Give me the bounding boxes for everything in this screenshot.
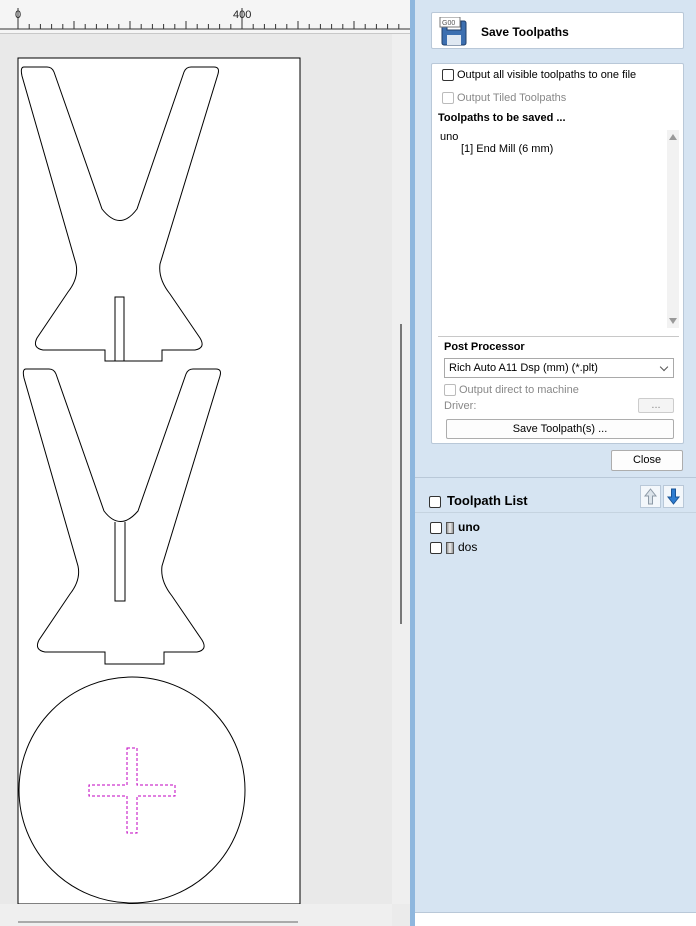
arrow-up-icon <box>643 488 658 505</box>
drawing-canvas-area: 0 400 <box>0 0 410 926</box>
driver-label: Driver: <box>444 400 477 412</box>
toolpath-item-name: dos <box>458 540 478 554</box>
post-processor-select[interactable]: Rich Auto A11 Dsp (mm) (*.plt) <box>444 358 674 378</box>
panel-separator <box>415 477 696 478</box>
save-toolpaths-form: Output all visible toolpaths to one file… <box>431 63 684 444</box>
toolpath-list-header[interactable]: Toolpath List <box>429 493 528 508</box>
svg-text:G00: G00 <box>442 20 455 27</box>
list-scrollbar[interactable] <box>667 130 679 328</box>
close-button[interactable]: Close <box>611 450 683 471</box>
output-tiled-option: Output Tiled Toolpaths <box>442 92 567 105</box>
end-mill-icon <box>446 541 454 554</box>
to-be-saved-heading: Toolpaths to be saved ... <box>438 112 566 124</box>
move-down-button[interactable] <box>663 485 684 508</box>
saved-group-item[interactable]: uno <box>440 131 458 143</box>
drawing-svg[interactable] <box>0 34 392 904</box>
vertical-scrollbar[interactable] <box>392 34 410 904</box>
save-toolpaths-title-bar: G00 Save Toolpaths <box>431 12 684 49</box>
toolpath-item-checkbox[interactable] <box>430 541 442 554</box>
output-all-checkbox[interactable] <box>442 69 454 82</box>
section-divider <box>438 336 679 337</box>
scroll-down-icon[interactable] <box>669 318 677 324</box>
ruler-label-0: 0 <box>15 9 22 21</box>
end-mill-icon <box>446 521 454 534</box>
material-sheet <box>17 57 301 904</box>
vertical-scroll-thumb[interactable] <box>400 324 402 624</box>
driver-browse-button: ... <box>638 398 674 413</box>
toolpath-list-title: Toolpath List <box>447 493 528 508</box>
toolpath-list-divider <box>415 512 696 513</box>
toolpaths-to-save-list[interactable]: uno [1] End Mill (6 mm) <box>438 130 679 328</box>
save-toolpaths-button[interactable]: Save Toolpath(s) ... <box>446 419 674 439</box>
horizontal-ruler: 0 400 <box>0 0 410 34</box>
save-toolpath-icon: G00 <box>439 16 469 50</box>
bottom-options-bar <box>415 912 696 926</box>
output-direct-checkbox <box>444 384 456 397</box>
post-processor-value: Rich Auto A11 Dsp (mm) (*.plt) <box>449 362 598 374</box>
post-processor-heading: Post Processor <box>444 341 525 353</box>
output-direct-option: Output direct to machine <box>444 384 579 397</box>
output-all-label: Output all visible toolpaths to one file <box>457 69 637 81</box>
scroll-up-icon[interactable] <box>669 134 677 140</box>
output-all-option[interactable]: Output all visible toolpaths to one file <box>442 69 637 82</box>
ruler-ticks <box>0 8 410 30</box>
toolpath-item-name: uno <box>458 520 480 534</box>
output-tiled-label: Output Tiled Toolpaths <box>457 92 567 104</box>
drawing-view[interactable] <box>0 34 392 904</box>
output-direct-label: Output direct to machine <box>459 384 579 396</box>
right-panel: G00 Save Toolpaths Output all visible to… <box>415 0 696 926</box>
panel-title: Save Toolpaths <box>481 25 569 39</box>
horizontal-scroll-thumb[interactable] <box>18 921 298 923</box>
toolpath-item-uno[interactable]: uno <box>430 520 480 534</box>
arrow-down-icon <box>666 488 681 505</box>
move-up-button[interactable] <box>640 485 661 508</box>
toolpath-item-checkbox[interactable] <box>430 521 442 534</box>
chevron-down-icon <box>659 362 669 372</box>
horizontal-scrollbar[interactable] <box>0 904 392 926</box>
toolpath-list-checkbox[interactable] <box>429 495 441 508</box>
toolpath-item-dos[interactable]: dos <box>430 540 477 554</box>
output-tiled-checkbox <box>442 92 454 105</box>
saved-toolpath-item[interactable]: [1] End Mill (6 mm) <box>461 143 553 155</box>
ruler-label-400: 400 <box>233 9 252 21</box>
